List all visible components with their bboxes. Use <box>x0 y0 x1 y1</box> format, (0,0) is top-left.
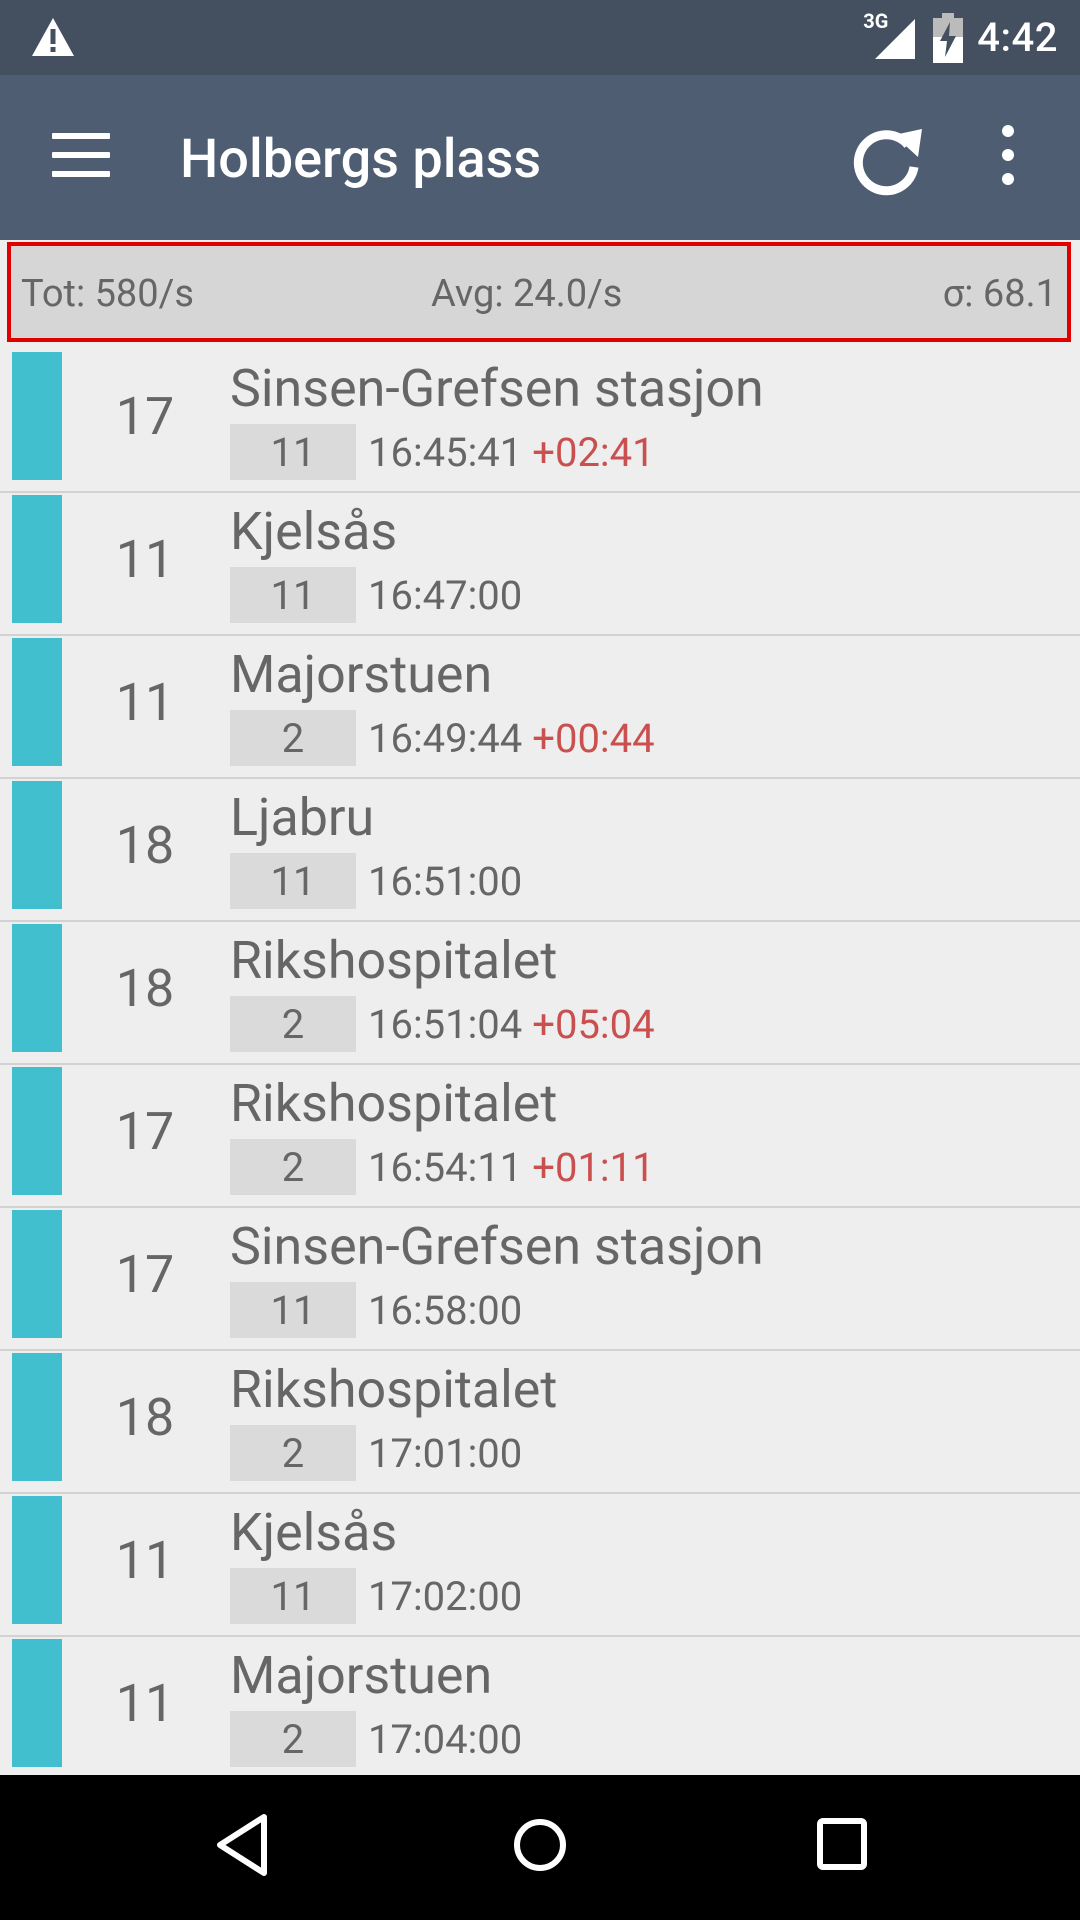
platform-badge: 11 <box>230 1568 356 1624</box>
departure-time-line: 16:47:00 <box>368 567 532 625</box>
destination: Rikshospitalet <box>230 1073 558 1134</box>
departure-time-line: 16:51:00 <box>368 853 532 911</box>
line-color-bar <box>12 1496 62 1624</box>
departure-time: 16:45:41 <box>368 429 523 476</box>
departure-time-line: 16:54:11 +01:11 <box>368 1139 655 1197</box>
departure-time-line: 16:49:44 +00:44 <box>368 710 655 768</box>
line-number: 17 <box>115 386 175 447</box>
destination: Ljabru <box>230 787 375 848</box>
hamburger-menu-icon[interactable] <box>52 133 110 181</box>
departure-time-line: 17:02:00 <box>368 1568 532 1626</box>
departure-row[interactable]: 17 Sinsen-Grefsen stasjon 11 16:45:41 +02… <box>0 350 1080 493</box>
departure-row[interactable]: 11 Kjelsås 11 17:02:00 <box>0 1494 1080 1637</box>
line-number: 11 <box>115 1530 175 1591</box>
delay: +05:04 <box>532 1001 655 1048</box>
refresh-icon[interactable] <box>848 121 928 201</box>
line-number: 11 <box>115 529 175 590</box>
delay: +02:41 <box>532 429 655 476</box>
stat-average: Avg: 24.0/s <box>431 272 623 316</box>
stat-total: Tot: 580/s <box>21 272 194 316</box>
departure-row[interactable]: 17 Rikshospitalet 2 16:54:11 +01:11 <box>0 1065 1080 1208</box>
line-color-bar <box>12 1210 62 1338</box>
status-time: 4:42 <box>977 14 1058 61</box>
line-number: 11 <box>115 672 175 733</box>
destination: Rikshospitalet <box>230 930 558 991</box>
departure-time: 16:51:04 <box>368 1001 523 1048</box>
departure-time: 17:01:00 <box>368 1430 523 1477</box>
line-color-bar <box>12 1353 62 1481</box>
line-number: 17 <box>115 1101 175 1162</box>
platform-badge: 11 <box>230 424 356 480</box>
delay: +01:11 <box>532 1144 655 1191</box>
departure-row[interactable]: 18 Rikshospitalet 2 16:51:04 +05:04 <box>0 922 1080 1065</box>
app-bar: Holbergs plass <box>0 75 1080 240</box>
line-number: 18 <box>115 958 175 1019</box>
platform-badge: 2 <box>230 1425 356 1481</box>
more-vert-icon[interactable] <box>990 125 1026 195</box>
departure-list: 17 Sinsen-Grefsen stasjon 11 16:45:41 +02… <box>0 350 1080 1775</box>
platform-badge: 11 <box>230 1282 356 1338</box>
departure-row[interactable]: 17 Sinsen-Grefsen stasjon 11 16:58:00 <box>0 1208 1080 1351</box>
platform-badge: 2 <box>230 710 356 766</box>
recents-icon[interactable] <box>816 1817 868 1873</box>
battery-charging-icon <box>933 12 964 63</box>
destination: Sinsen-Grefsen stasjon <box>230 1216 764 1277</box>
page-title: Holbergs plass <box>180 128 542 191</box>
departure-time: 16:51:00 <box>368 858 523 905</box>
departure-row[interactable]: 11 Majorstuen 2 16:49:44 +00:44 <box>0 636 1080 779</box>
stats-bar: Tot: 580/s Avg: 24.0/s σ: 68.1 <box>7 242 1071 342</box>
platform-badge: 11 <box>230 853 356 909</box>
line-color-bar <box>12 924 62 1052</box>
departure-time: 16:54:11 <box>368 1144 523 1191</box>
departure-time-line: 17:04:00 <box>368 1711 532 1769</box>
departure-time: 17:02:00 <box>368 1573 523 1620</box>
line-color-bar <box>12 1639 62 1767</box>
platform-badge: 11 <box>230 567 356 623</box>
destination: Kjelsås <box>230 1502 398 1563</box>
line-number: 18 <box>115 1387 175 1448</box>
line-color-bar <box>12 495 62 623</box>
line-color-bar <box>12 352 62 480</box>
departure-row[interactable]: 18 Rikshospitalet 2 17:01:00 <box>0 1351 1080 1494</box>
line-number: 18 <box>115 815 175 876</box>
stat-sigma: σ: 68.1 <box>942 272 1057 316</box>
departure-time: 17:04:00 <box>368 1716 523 1763</box>
signal-icon: 3G <box>863 9 919 63</box>
line-number: 11 <box>115 1673 175 1734</box>
status-bar: 3G 4:42 <box>0 0 1080 75</box>
platform-badge: 2 <box>230 1711 356 1767</box>
departure-time: 16:58:00 <box>368 1287 523 1334</box>
warning-icon <box>32 18 74 56</box>
departure-row[interactable]: 18 Ljabru 11 16:51:00 <box>0 779 1080 922</box>
line-color-bar <box>12 781 62 909</box>
destination: Rikshospitalet <box>230 1359 558 1420</box>
delay: +00:44 <box>532 715 655 762</box>
departure-time: 16:47:00 <box>368 572 523 619</box>
departure-row[interactable]: 11 Kjelsås 11 16:47:00 <box>0 493 1080 636</box>
back-icon[interactable] <box>214 1813 270 1877</box>
destination: Kjelsås <box>230 501 398 562</box>
departure-time-line: 16:58:00 <box>368 1282 532 1340</box>
platform-badge: 2 <box>230 996 356 1052</box>
departure-time-line: 16:51:04 +05:04 <box>368 996 655 1054</box>
destination: Majorstuen <box>230 1645 493 1706</box>
status-indicators: 3G 4:42 <box>863 0 1058 75</box>
platform-badge: 2 <box>230 1139 356 1195</box>
line-number: 17 <box>115 1244 175 1305</box>
line-color-bar <box>12 1067 62 1195</box>
navigation-bar <box>0 1775 1080 1920</box>
departure-time-line: 16:45:41 +02:41 <box>368 424 655 482</box>
departure-row[interactable]: 11 Majorstuen 2 17:04:00 <box>0 1637 1080 1775</box>
departure-time: 16:49:44 <box>368 715 523 762</box>
destination: Sinsen-Grefsen stasjon <box>230 358 764 419</box>
line-color-bar <box>12 638 62 766</box>
departure-time-line: 17:01:00 <box>368 1425 532 1483</box>
destination: Majorstuen <box>230 644 493 705</box>
home-icon[interactable] <box>512 1813 568 1877</box>
